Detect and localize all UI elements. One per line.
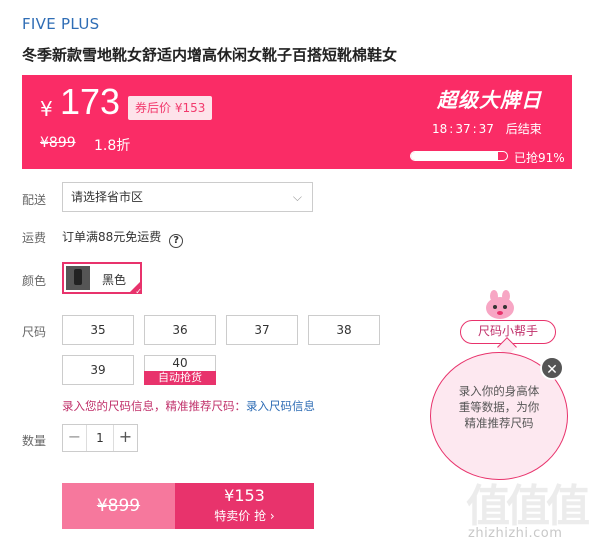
enter-size-link[interactable]: 录入尺码信息: [246, 399, 315, 413]
countdown-suffix: 后结束: [505, 122, 542, 136]
selected-check-icon: [128, 280, 142, 294]
size-label: 尺码: [22, 325, 47, 339]
quantity-stepper: − 1 +: [62, 424, 138, 452]
region-select[interactable]: 请选择省市区 ⌵: [62, 182, 313, 212]
size-option-label: 40: [172, 356, 188, 370]
quantity-decrease-button[interactable]: −: [63, 425, 87, 451]
delivery-label: 配送: [22, 193, 47, 207]
size-option[interactable]: 37: [226, 315, 298, 345]
original-price: ¥899: [40, 135, 76, 151]
price-currency: ¥: [40, 97, 53, 121]
close-icon[interactable]: ✕: [540, 356, 564, 380]
promo-banner: ¥ 173 券后价 ¥153 ¥899 1.8折 超级大牌日 18:37:37 …: [22, 75, 572, 169]
sold-progress-text: 已抢91%: [514, 151, 565, 165]
color-label: 颜色: [22, 274, 47, 288]
countdown-timer: 18:37:37 后结束: [430, 120, 542, 137]
original-price-button[interactable]: ¥899: [62, 483, 175, 529]
size-option[interactable]: 38: [308, 315, 380, 345]
watermark-text: zhizhizhi.com: [468, 526, 563, 541]
bubble-line: 精准推荐尺码: [464, 416, 534, 430]
color-option-label: 黑色: [102, 273, 127, 287]
sold-progress-bar: [410, 151, 508, 161]
brand-name[interactable]: FIVE PLUS: [22, 15, 99, 33]
countdown-seconds: 37: [478, 122, 494, 136]
size-option[interactable]: 39: [62, 355, 134, 385]
quantity-value[interactable]: 1: [87, 425, 113, 451]
event-title: 超级大牌日: [437, 88, 542, 112]
bubble-line: 重等数据，为你: [458, 400, 540, 414]
watermark-logo: 值值值: [466, 481, 590, 532]
sold-progress-fill: [411, 152, 499, 160]
chevron-down-icon: ⌵: [292, 190, 302, 204]
size-tip: 录入您的尺码信息，精准推荐尺码：录入尺码信息: [62, 398, 315, 414]
countdown-sep: :: [472, 122, 477, 136]
current-price: 173: [60, 81, 121, 122]
shipping-label: 运费: [22, 231, 47, 245]
helper-mascot-icon: [486, 290, 514, 319]
color-option-black[interactable]: 黑色: [62, 262, 142, 294]
coupon-price-badge: 券后价 ¥153: [128, 96, 213, 120]
countdown-hours: 18: [432, 122, 448, 136]
discount-rate: 1.8折: [94, 138, 131, 154]
buy-bar: ¥899 ¥153 特卖价 抢 ›: [62, 483, 314, 529]
buy-price: ¥153: [224, 486, 265, 505]
product-title: 冬季新款雪地靴女舒适内增高休闲女靴子百搭短靴棉鞋女: [22, 46, 398, 64]
size-option[interactable]: 36: [144, 315, 216, 345]
quantity-label: 数量: [22, 434, 47, 448]
shipping-info: 订单满88元免运费 ?: [62, 228, 184, 248]
boot-thumbnail: [66, 266, 90, 290]
quantity-increase-button[interactable]: +: [113, 425, 137, 451]
buy-old-price: ¥899: [96, 496, 141, 516]
buy-action-label: 特卖价 抢 ›: [214, 509, 275, 523]
size-tip-text: 录入您的尺码信息，精准推荐尺码：: [62, 399, 246, 413]
region-select-placeholder: 请选择省市区: [71, 190, 144, 204]
size-option[interactable]: 35: [62, 315, 134, 345]
auto-grab-tag: 自动抢货: [144, 371, 216, 385]
size-option-with-tag[interactable]: 40 自动抢货: [144, 355, 216, 385]
buy-now-button[interactable]: ¥153 特卖价 抢 ›: [175, 483, 314, 529]
countdown-sep: :: [449, 122, 454, 136]
bubble-line: 录入你的身高体: [458, 384, 540, 398]
help-icon[interactable]: ?: [169, 234, 184, 248]
shipping-text: 订单满88元免运费: [62, 230, 162, 244]
countdown-minutes: 37: [455, 122, 471, 136]
